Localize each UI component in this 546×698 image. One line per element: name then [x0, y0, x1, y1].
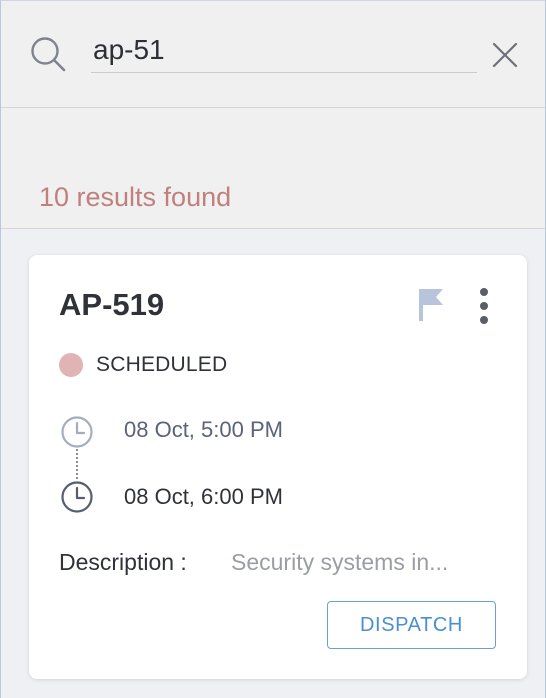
results-header: 10 results found	[1, 108, 545, 229]
appointment-id: AP-519	[59, 287, 165, 322]
start-time: 08 Oct, 5:00 PM	[124, 417, 283, 442]
description-value: Security systems in...	[231, 549, 449, 575]
close-icon[interactable]	[491, 41, 519, 69]
search-input[interactable]	[91, 27, 477, 73]
end-time: 08 Oct, 6:00 PM	[124, 484, 283, 509]
clock-icon	[61, 481, 93, 513]
status-dot	[59, 353, 83, 377]
dispatch-button[interactable]: DISPATCH	[327, 601, 496, 649]
description-label: Description :	[59, 549, 187, 575]
more-vertical-icon[interactable]	[473, 287, 495, 327]
timeline-connector	[76, 449, 78, 479]
search-bar	[1, 1, 545, 108]
results-count: 10 results found	[39, 182, 232, 212]
status-label: SCHEDULED	[96, 353, 228, 376]
search-icon	[31, 37, 66, 72]
clock-icon	[61, 416, 93, 448]
appointment-card[interactable]: AP-519 SCHEDULED 08 Oct, 5:00 PM 08 Oct,…	[29, 255, 527, 679]
flag-icon[interactable]	[417, 287, 445, 321]
